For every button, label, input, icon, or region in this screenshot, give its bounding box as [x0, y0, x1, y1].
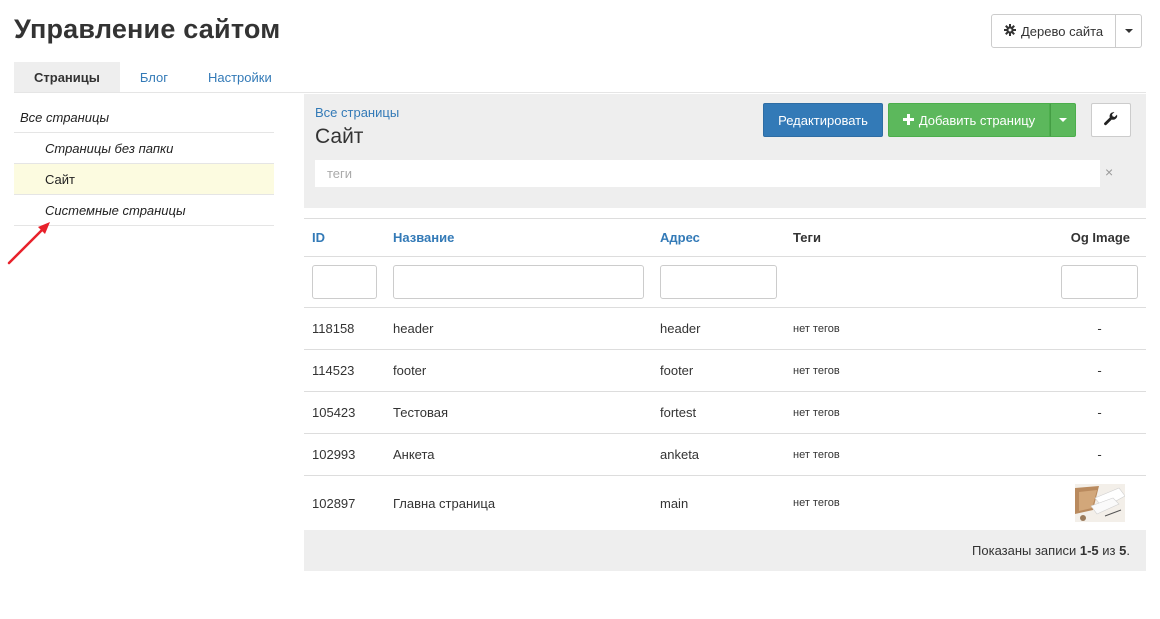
sidebar-item-pages-without-folder[interactable]: Страницы без папки — [14, 133, 274, 164]
column-header-tags: Теги — [785, 218, 1053, 257]
cell-name-link[interactable]: footer — [385, 349, 652, 392]
summary-suffix: . — [1126, 543, 1130, 558]
cell-tags: нет тегов — [785, 433, 1053, 476]
plus-icon — [902, 113, 914, 128]
cell-og-image — [1053, 475, 1146, 531]
pages-table: ID Название Адрес Теги Og Image 118158 h… — [304, 218, 1146, 531]
cell-address-link[interactable]: footer — [652, 349, 785, 392]
site-tree-label: Дерево сайта — [1021, 23, 1104, 39]
column-header-name[interactable]: Название — [385, 218, 652, 257]
filter-id-input[interactable] — [312, 265, 377, 299]
column-header-og-image: Og Image — [1053, 218, 1146, 257]
add-page-label: Добавить страницу — [918, 112, 1036, 128]
filter-name-input[interactable] — [393, 265, 644, 299]
filter-og-input[interactable] — [1061, 265, 1138, 299]
cell-og-image: - — [1053, 307, 1146, 350]
tab-pages[interactable]: Страницы — [14, 62, 120, 93]
table-row: 118158 header header нет тегов - — [304, 307, 1146, 350]
cell-tags: нет тегов — [785, 475, 1053, 531]
table-row: 102897 Главна страница main нет тегов — [304, 475, 1146, 531]
settings-wrench-button[interactable] — [1091, 103, 1131, 137]
filter-cell-tags — [785, 256, 1053, 308]
wrench-icon — [1103, 111, 1119, 130]
table-header-row: ID Название Адрес Теги Og Image — [304, 218, 1146, 257]
summary-range: 1-5 — [1079, 543, 1099, 558]
breadcrumb[interactable]: Все страницы — [315, 105, 399, 120]
cell-og-image: - — [1053, 349, 1146, 392]
cell-address-link[interactable]: fortest — [652, 391, 785, 434]
gear-icon — [1004, 23, 1016, 39]
og-image-thumbnail[interactable] — [1074, 484, 1125, 522]
cell-address-link[interactable]: header — [652, 307, 785, 350]
tags-filter-input[interactable] — [315, 160, 1100, 187]
add-page-button[interactable]: Добавить страницу — [888, 103, 1050, 137]
page-title: Управление сайтом — [14, 14, 281, 44]
cell-address-link[interactable]: main — [652, 475, 785, 531]
pagination-summary: Показаны записи 1-5 из 5. — [304, 530, 1146, 571]
sidebar-item-all-pages[interactable]: Все страницы — [14, 102, 274, 133]
cell-name-link[interactable]: Анкета — [385, 433, 652, 476]
tab-bar: Страницы Блог Настройки — [14, 62, 292, 93]
cell-id: 118158 — [304, 307, 385, 350]
chevron-down-icon — [1124, 29, 1133, 33]
table-row: 102993 Анкета anketa нет тегов - — [304, 433, 1146, 476]
table-row: 114523 footer footer нет тегов - — [304, 349, 1146, 392]
table-filter-row — [304, 256, 1146, 308]
cell-tags: нет тегов — [785, 307, 1053, 350]
cell-id: 102897 — [304, 475, 385, 531]
cell-og-image: - — [1053, 433, 1146, 476]
tab-blog[interactable]: Блог — [120, 62, 188, 93]
add-page-dropdown-toggle[interactable] — [1050, 103, 1076, 137]
filter-cell-name — [385, 256, 652, 308]
folder-header-panel: Все страницы Сайт Редактировать Добавить… — [304, 94, 1146, 208]
tab-settings[interactable]: Настройки — [188, 62, 292, 93]
cell-name-link[interactable]: header — [385, 307, 652, 350]
chevron-down-icon — [1059, 118, 1067, 122]
cell-id: 114523 — [304, 349, 385, 392]
clear-tags-button[interactable]: × — [1105, 164, 1113, 180]
summary-total: 5 — [1119, 543, 1127, 558]
filter-address-input[interactable] — [660, 265, 777, 299]
folder-sidebar: Все страницы Страницы без папки Сайт Сис… — [14, 102, 274, 226]
cell-name-link[interactable]: Главна страница — [385, 475, 652, 531]
cell-og-image: - — [1053, 391, 1146, 434]
cell-id: 102993 — [304, 433, 385, 476]
cell-address-link[interactable]: anketa — [652, 433, 785, 476]
site-tree-button-group: Дерево сайта — [991, 14, 1143, 48]
annotation-arrow-icon — [7, 222, 50, 265]
sidebar-item-site[interactable]: Сайт — [14, 164, 274, 195]
column-header-address[interactable]: Адрес — [652, 218, 785, 257]
filter-cell-og — [1053, 256, 1146, 308]
cell-name-link[interactable]: Тестовая — [385, 391, 652, 434]
folder-title: Сайт — [315, 125, 364, 148]
filter-cell-id — [304, 256, 385, 308]
summary-of: из — [1102, 543, 1116, 558]
cell-id: 105423 — [304, 391, 385, 434]
filter-cell-address — [652, 256, 785, 308]
tab-divider — [14, 92, 1146, 93]
site-tree-dropdown-toggle[interactable] — [1116, 14, 1143, 48]
cell-tags: нет тегов — [785, 349, 1053, 392]
table-row: 105423 Тестовая fortest нет тегов - — [304, 391, 1146, 434]
column-header-id[interactable]: ID — [304, 218, 385, 257]
site-tree-button[interactable]: Дерево сайта — [991, 14, 1117, 48]
summary-prefix: Показаны записи — [972, 543, 1077, 558]
edit-button[interactable]: Редактировать — [763, 103, 883, 137]
cell-tags: нет тегов — [785, 391, 1053, 434]
